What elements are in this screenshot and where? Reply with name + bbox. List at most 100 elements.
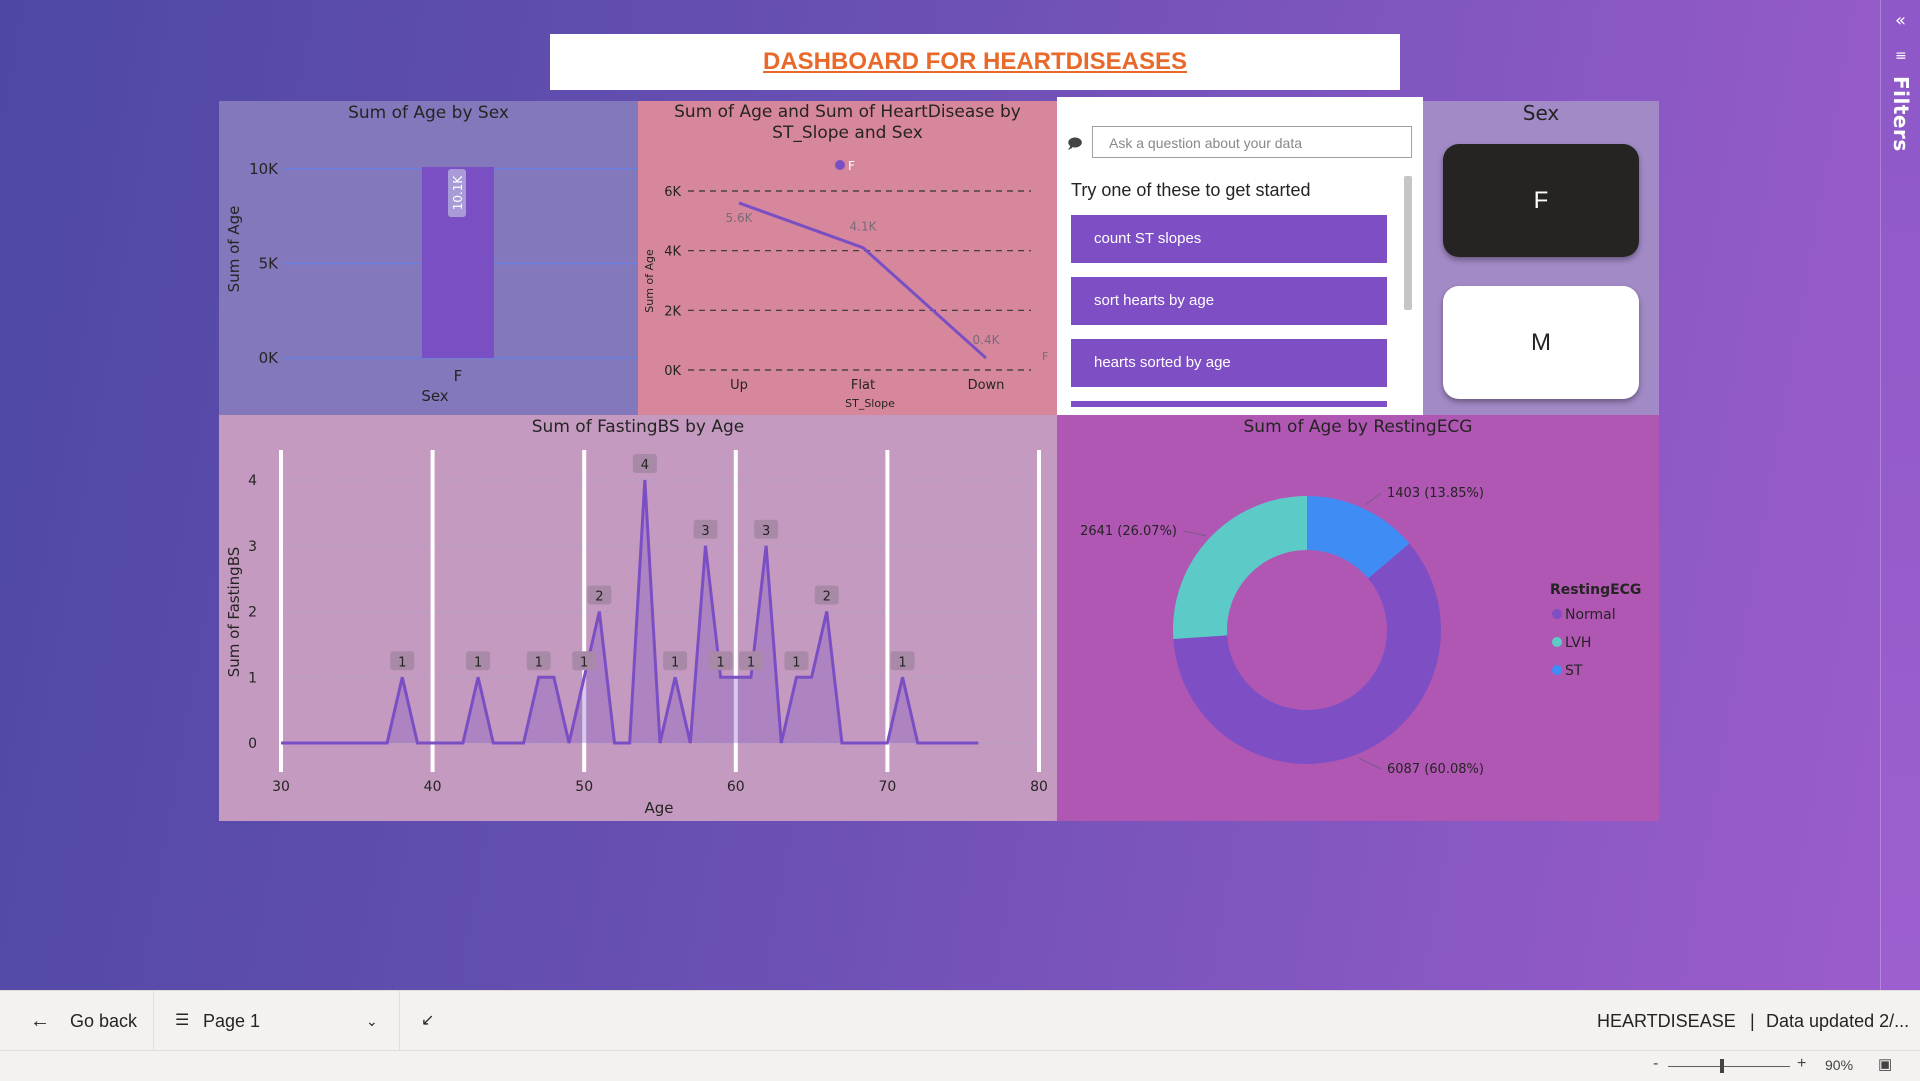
y-tick-label: 3 [248, 539, 257, 555]
legend-title: RestingECG [1550, 582, 1641, 598]
slope-chart: 0K 2K 4K 6K 5.6K Up 4.1K Flat 0.4K Down ST_Slope Su… [643, 159, 1048, 410]
slope-title-line2: ST_Slope and Sex [772, 123, 923, 143]
dataset-name: HEARTDISEASE [1597, 1011, 1736, 1031]
y-tick-label: 10K [249, 160, 279, 178]
fasting-chart: 0 1 2 3 4 30 40 50 60 70 80 1 1 1 1 2 4 1 3 1 1 3 1 2 1 Age Sum of… [225, 450, 1048, 817]
data-label: 0.4K [973, 333, 1001, 347]
filters-label[interactable]: Filters [1889, 76, 1913, 152]
qa-prompt: Try one of these to get started [1071, 180, 1311, 200]
data-label: 5.6K [726, 211, 754, 225]
filter-icon: ≡ [1895, 48, 1907, 64]
y-tick-label: 1 [248, 670, 257, 686]
data-label: 1 [671, 655, 679, 670]
legend-marker [1552, 637, 1562, 647]
zoom-level: 90% [1825, 1057, 1854, 1073]
leader-line [1182, 530, 1207, 537]
x-axis-label: Sex [421, 387, 448, 405]
filters-pane[interactable]: « ≡ Filters [1880, 0, 1920, 990]
data-label: 2 [595, 590, 603, 605]
x-axis-label: ST_Slope [845, 397, 895, 410]
y-tick-label: 2 [248, 605, 257, 621]
y-axis-label: Sum of Age [225, 206, 243, 293]
zoom-in-button[interactable]: + [1797, 1055, 1806, 1073]
qa-suggestion-hearts-sorted[interactable]: hearts sorted by age [1071, 339, 1387, 387]
data-label: 3 [701, 524, 709, 539]
sex-slicer-title: Sex [1522, 101, 1560, 125]
fasting-visual[interactable]: Sum of FastingBS by Age 0 1 2 3 4 30 40 50 60 70 8… [219, 415, 1057, 821]
fit-page-icon[interactable]: ▣ [1878, 1055, 1892, 1073]
report-canvas: DASHBOARD FOR HEARTDISEASES Sum of Age b… [0, 0, 1880, 990]
report-title: DASHBOARD FOR HEARTDISEASES [762, 48, 1188, 75]
leader-line [1358, 757, 1382, 770]
ecg-title: Sum of Age by RestingECG [1243, 417, 1473, 437]
collapse-icon[interactable]: ↙ [421, 991, 434, 1051]
zoom-slider[interactable] [1668, 1066, 1790, 1067]
data-label: 2 [823, 590, 831, 605]
legend-marker [1552, 609, 1562, 619]
zoom-slider-thumb[interactable] [1720, 1059, 1724, 1073]
data-label: 1 [792, 655, 800, 670]
legend-marker [1552, 665, 1562, 675]
data-label: 10.1K [451, 175, 465, 211]
data-label-group: 10.1K [448, 169, 466, 217]
qa-scrollbar[interactable] [1404, 176, 1412, 310]
data-label: 2641 (26.07%) [1080, 524, 1177, 539]
legend-label: F [848, 159, 855, 173]
data-label: 1 [580, 655, 588, 670]
ecg-chart: 1403 (13.85%) 6087 (60.08%) 2641 (26.07%) R… [1080, 486, 1641, 777]
go-back-button[interactable]: Go back [70, 991, 137, 1051]
leader-line [1364, 492, 1382, 506]
ecg-visual[interactable]: Sum of Age by RestingECG 1403 (13.85%) 60… [1057, 415, 1659, 821]
age-by-sex-title: Sum of Age by Sex [348, 103, 509, 123]
data-label: 3 [762, 524, 770, 539]
qa-visual: 🗩 Ask a question about your data Try one… [1057, 97, 1423, 415]
zoom-out-button[interactable]: - [1653, 1055, 1658, 1073]
slope-title-line1: Sum of Age and Sum of HeartDisease by [674, 102, 1021, 122]
data-label: 1 [716, 655, 724, 670]
age-by-sex-chart: 0K 5K 10K 10.1K F Sex Sum of Age [225, 160, 638, 405]
y-tick-label: 5K [259, 254, 280, 272]
chat-icon: 🗩 [1067, 136, 1083, 152]
x-tick-label: F [454, 367, 463, 385]
data-label: 1 [474, 655, 482, 670]
x-tick-label: Down [968, 378, 1005, 393]
y-axis-label: Sum of FastingBS [225, 547, 243, 678]
separator-bar: | [1750, 1011, 1755, 1031]
x-axis-label: Age [644, 799, 673, 817]
legend-label: ST [1565, 663, 1583, 679]
sex-slicer: Sex F M [1423, 101, 1659, 415]
chevron-down-icon[interactable]: ⌄ [366, 991, 378, 1051]
slope-title: Sum of Age and Sum of HeartDisease by ST… [638, 102, 1057, 144]
qa-suggestion-count-st-slopes[interactable]: count ST slopes [1071, 215, 1387, 263]
x-tick-label: 40 [424, 779, 442, 795]
slope-visual[interactable]: Sum of Age and Sum of HeartDisease by ST… [638, 101, 1057, 415]
legend-label: LVH [1565, 635, 1591, 651]
age-by-sex-visual[interactable]: Sum of Age by Sex 0K 5K 10K 10.1K F Sex Sum of… [219, 101, 638, 415]
arrow-left-icon[interactable]: ← [30, 991, 50, 1051]
data-label: 4.1K [850, 220, 878, 234]
bottom-bar: ← Go back ☰ Page 1 ⌄ ↙ HEARTDISEASE | Da… [0, 990, 1920, 1051]
qa-suggestion-partial[interactable] [1071, 401, 1387, 407]
y-tick-label: 0 [248, 736, 257, 752]
qa-input[interactable]: Ask a question about your data [1092, 126, 1412, 158]
legend-label: Normal [1565, 607, 1616, 623]
y-tick-label: 4 [248, 473, 257, 489]
x-tick-label: 60 [727, 779, 745, 795]
qa-suggestion-sort-hearts[interactable]: sort hearts by age [1071, 277, 1387, 325]
divider [399, 991, 400, 1051]
sex-option-m[interactable]: M [1443, 286, 1639, 399]
x-tick-label: Flat [851, 378, 875, 393]
y-tick-label: 4K [664, 245, 681, 260]
y-tick-label: 0K [664, 364, 681, 379]
y-axis-label: Sum of Age [643, 249, 656, 313]
chevron-left-icon[interactable]: « [1895, 10, 1906, 31]
x-tick-label: Up [730, 378, 748, 393]
fasting-title: Sum of FastingBS by Age [531, 417, 745, 437]
legend-marker [835, 160, 845, 170]
donut-slice-lvh [1173, 496, 1307, 639]
sex-option-f[interactable]: F [1443, 144, 1639, 257]
right-marker: F [1042, 350, 1048, 363]
data-label: 1 [747, 655, 755, 670]
page-selector[interactable]: Page 1 [203, 991, 260, 1051]
title-box: DASHBOARD FOR HEARTDISEASES [550, 34, 1400, 90]
